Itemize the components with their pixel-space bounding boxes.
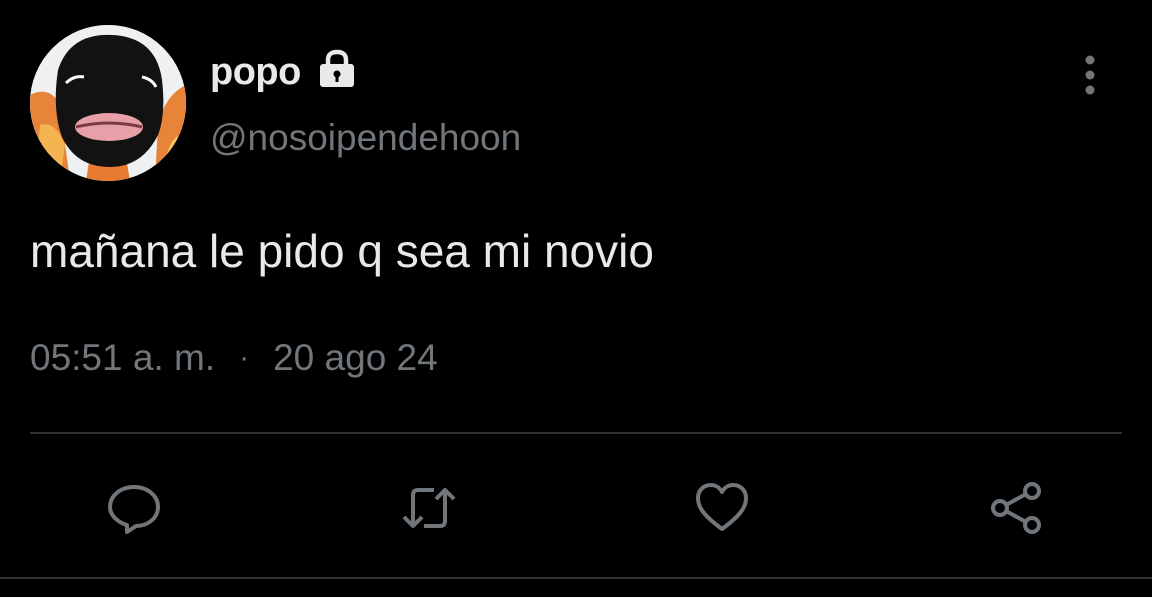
- tweet-meta: 05:51 a. m. · 20 ago 24: [30, 336, 438, 380]
- more-options-button[interactable]: [1070, 52, 1110, 98]
- lock-icon: [320, 49, 354, 87]
- bottom-divider: [0, 577, 1152, 579]
- retweet-button[interactable]: [399, 478, 459, 538]
- reply-button[interactable]: [104, 478, 164, 538]
- share-button[interactable]: [987, 478, 1047, 538]
- tweet-time[interactable]: 05:51 a. m.: [30, 336, 215, 380]
- tweet-date[interactable]: 20 ago 24: [273, 336, 438, 380]
- author-handle[interactable]: @nosoipendehoon: [210, 116, 521, 160]
- divider: [30, 432, 1122, 434]
- meta-separator: ·: [239, 341, 250, 374]
- more-vertical-icon: [1085, 55, 1095, 95]
- retweet-icon: [402, 488, 456, 528]
- reply-icon: [108, 485, 160, 534]
- like-button[interactable]: [692, 478, 752, 538]
- heart-icon: [696, 483, 748, 531]
- display-name[interactable]: popo: [210, 52, 301, 92]
- share-icon: [991, 482, 1041, 534]
- avatar[interactable]: [30, 25, 186, 181]
- masked-face-avatar: [30, 25, 186, 181]
- tweet-text: mañana le pido q sea mi novio: [30, 225, 654, 277]
